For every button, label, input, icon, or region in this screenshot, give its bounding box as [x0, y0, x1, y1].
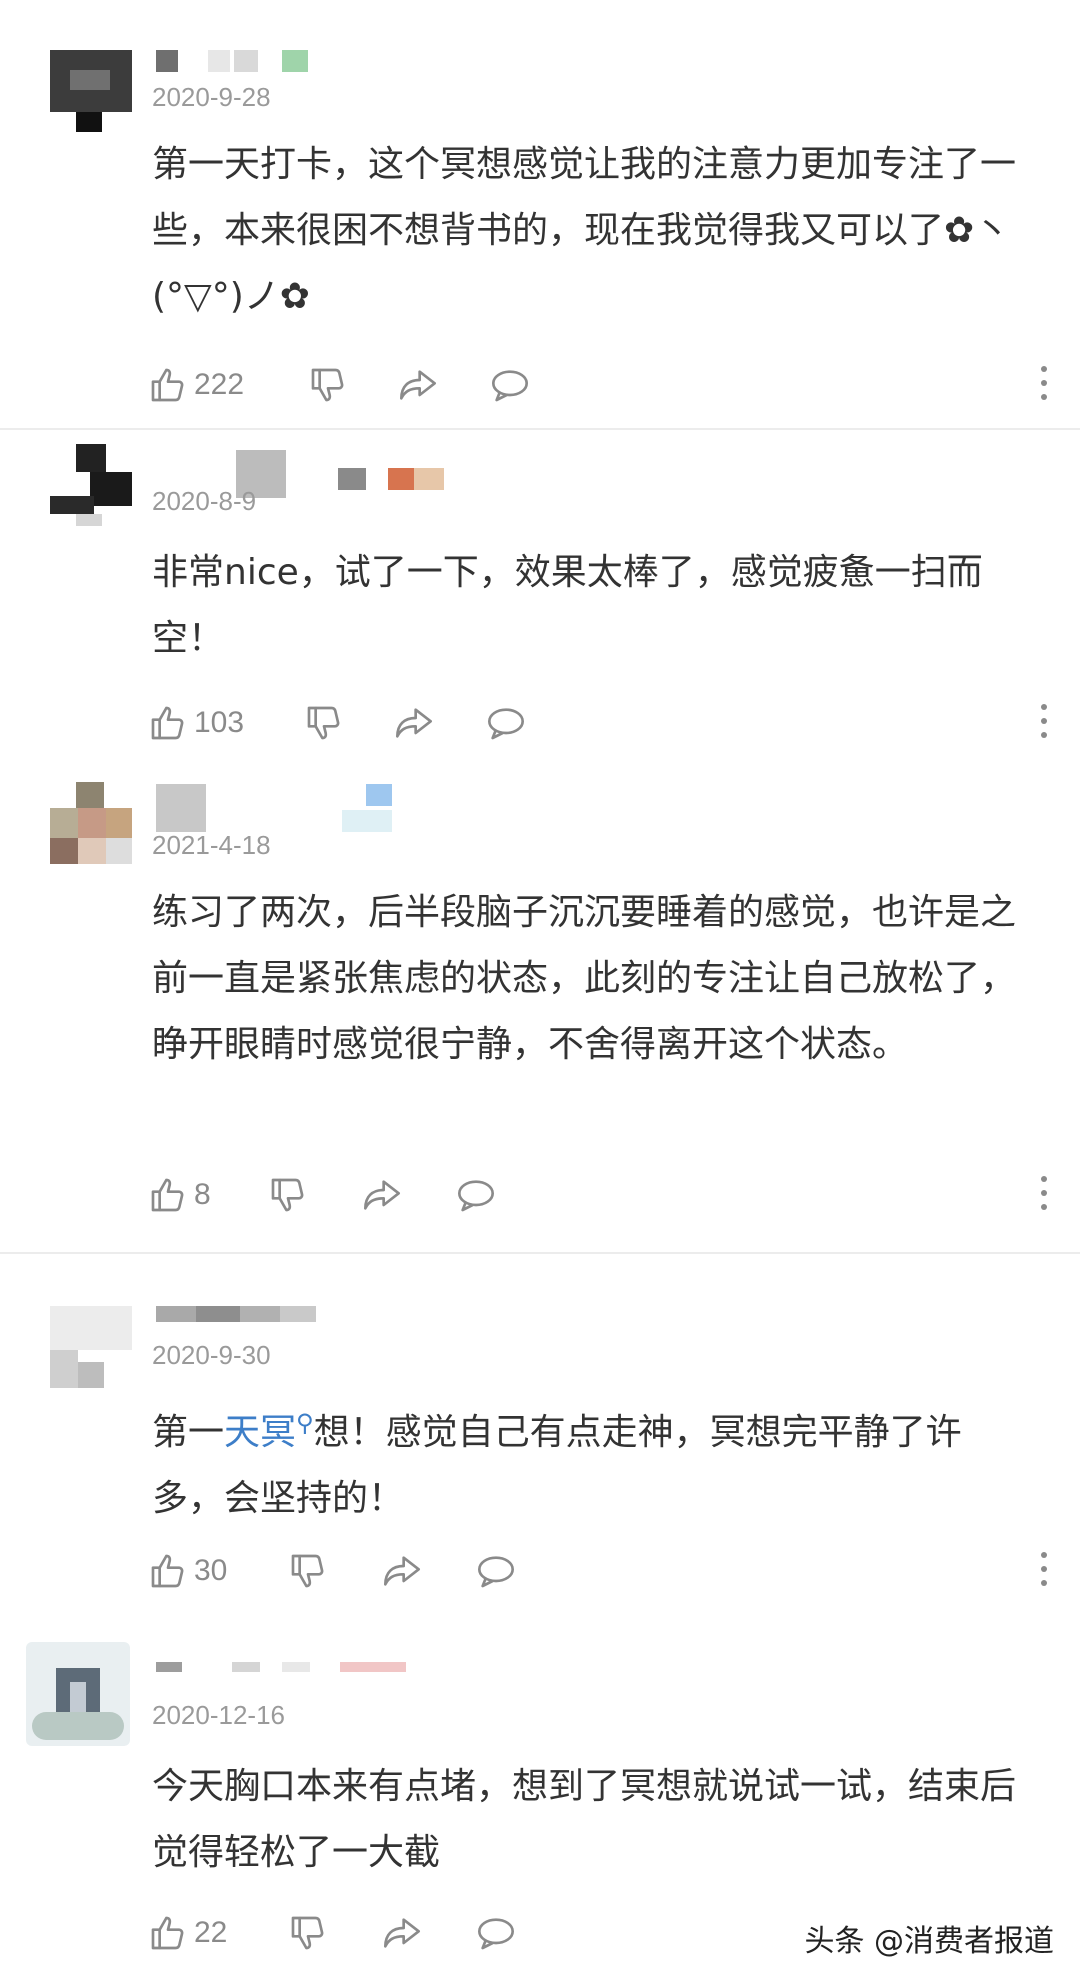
dislike-button[interactable]: [268, 1170, 308, 1220]
thumbs-up-icon: [148, 365, 188, 405]
reply-button[interactable]: [474, 1908, 518, 1958]
comment-actions: 8: [148, 1170, 1048, 1220]
thumbs-down-icon: [288, 1913, 328, 1953]
share-arrow-icon: [380, 1551, 424, 1591]
comment-date: 2020-9-30: [152, 1340, 271, 1370]
like-button[interactable]: 30: [148, 1546, 227, 1596]
thumbs-down-icon: [268, 1175, 308, 1215]
comment-text: 练习了两次，后半段脑子沉沉要睡着的感觉，也许是之前一直是紧张焦虑的状态，此刻的专…: [152, 892, 1017, 1065]
watermark-label: 头条 @消费者报道: [804, 1924, 1054, 1959]
speech-bubble-icon: [474, 1913, 518, 1953]
more-dot: [1041, 1204, 1047, 1210]
dislike-button[interactable]: [308, 360, 348, 410]
comment-date: 2020-9-28: [152, 82, 271, 112]
thumbs-down-icon: [288, 1551, 328, 1591]
speech-bubble-icon: [484, 703, 528, 743]
share-button[interactable]: [380, 1546, 424, 1596]
reply-button[interactable]: [454, 1170, 498, 1220]
share-arrow-icon: [396, 365, 440, 405]
reply-button[interactable]: [474, 1546, 518, 1596]
share-arrow-icon: [360, 1175, 404, 1215]
comment-date: 2021-4-18: [152, 830, 271, 860]
like-button[interactable]: 8: [148, 1170, 211, 1220]
comment-text: 今天胸口本来有点堵，想到了冥想就说试一试，结束后觉得轻松了一大截: [152, 1766, 1017, 1873]
avatar[interactable]: [50, 782, 132, 864]
more-vertical-icon: [1041, 1176, 1047, 1182]
comment-actions: 103: [148, 698, 1048, 748]
more-vertical-icon: [1041, 366, 1047, 372]
share-button[interactable]: [380, 1908, 424, 1958]
dislike-button[interactable]: [304, 698, 344, 748]
comment-date: 2020-8-9: [152, 486, 257, 516]
dislike-button[interactable]: [288, 1908, 328, 1958]
more-vertical-icon: [1041, 704, 1047, 710]
like-count: 8: [194, 1178, 211, 1211]
more-button[interactable]: [1038, 704, 1048, 744]
comment-actions: 30: [148, 1546, 1048, 1596]
comment-item: 2021-4-18 练习了两次，后半段脑子沉沉要睡着的感觉，也许是之前一直是紧张…: [0, 760, 1080, 1250]
search-keyword-link[interactable]: 天冥: [224, 1412, 296, 1453]
reply-button[interactable]: [484, 698, 528, 748]
comment-item: 2020-12-16 今天胸口本来有点堵，想到了冥想就说试一试，结束后觉得轻松了…: [0, 1614, 1080, 1968]
avatar[interactable]: [50, 1306, 132, 1388]
share-arrow-icon: [380, 1913, 424, 1953]
like-count: 22: [194, 1916, 228, 1949]
speech-bubble-icon: [474, 1551, 518, 1591]
avatar[interactable]: [26, 1642, 130, 1746]
avatar[interactable]: [50, 444, 132, 526]
more-dot: [1041, 732, 1047, 738]
like-count: 103: [194, 706, 245, 739]
share-button[interactable]: [396, 360, 440, 410]
thumbs-up-icon: [148, 1175, 188, 1215]
avatar[interactable]: [50, 50, 132, 132]
thumbs-up-icon: [148, 703, 188, 743]
comment-item: 2020-9-28 第一天打卡，这个冥想感觉让我的注意力更加专注了一些，本来很困…: [0, 0, 1080, 402]
thumbs-up-icon: [148, 1551, 188, 1591]
speech-bubble-icon: [488, 365, 532, 405]
like-button[interactable]: 222: [148, 360, 244, 410]
comment-actions: 222: [148, 360, 1048, 410]
thumbs-down-icon: [308, 365, 348, 405]
thumbs-up-icon: [148, 1913, 188, 1953]
share-button[interactable]: [392, 698, 436, 748]
comment-text-part: 第一: [152, 1412, 225, 1453]
comment-text: 第一天冥⚲想！感觉自己有点走神，冥想完平静了许多，会坚持的！: [152, 1390, 1032, 1532]
more-button[interactable]: [1038, 1176, 1048, 1216]
like-count: 222: [194, 368, 245, 401]
comment-item: 2020-8-9 非常nice，试了一下，效果太棒了，感觉疲惫一扫而空！ 103: [0, 430, 1080, 760]
like-count: 30: [194, 1554, 228, 1587]
dislike-button[interactable]: [288, 1546, 328, 1596]
comment-text: 第一天打卡，这个冥想感觉让我的注意力更加专注了一些，本来很困不想背书的，现在我觉…: [152, 144, 1017, 317]
more-button[interactable]: [1038, 366, 1048, 406]
more-button[interactable]: [1038, 1552, 1048, 1592]
reply-button[interactable]: [488, 360, 532, 410]
more-dot: [1041, 394, 1047, 400]
comment-item: 2020-9-30 第一天冥⚲想！感觉自己有点走神，冥想完平静了许多，会坚持的！…: [0, 1254, 1080, 1614]
comment-date: 2020-12-16: [152, 1700, 285, 1730]
more-dot: [1041, 380, 1047, 386]
search-icon[interactable]: ⚲: [296, 1409, 314, 1437]
like-button[interactable]: 103: [148, 698, 244, 748]
share-arrow-icon: [392, 703, 436, 743]
speech-bubble-icon: [454, 1175, 498, 1215]
more-dot: [1041, 718, 1047, 724]
more-dot: [1041, 1580, 1047, 1586]
comment-text: 非常nice，试了一下，效果太棒了，感觉疲惫一扫而空！: [152, 552, 983, 659]
more-vertical-icon: [1041, 1552, 1047, 1558]
thumbs-down-icon: [304, 703, 344, 743]
more-dot: [1041, 1566, 1047, 1572]
more-dot: [1041, 1190, 1047, 1196]
share-button[interactable]: [360, 1170, 404, 1220]
like-button[interactable]: 22: [148, 1908, 227, 1958]
